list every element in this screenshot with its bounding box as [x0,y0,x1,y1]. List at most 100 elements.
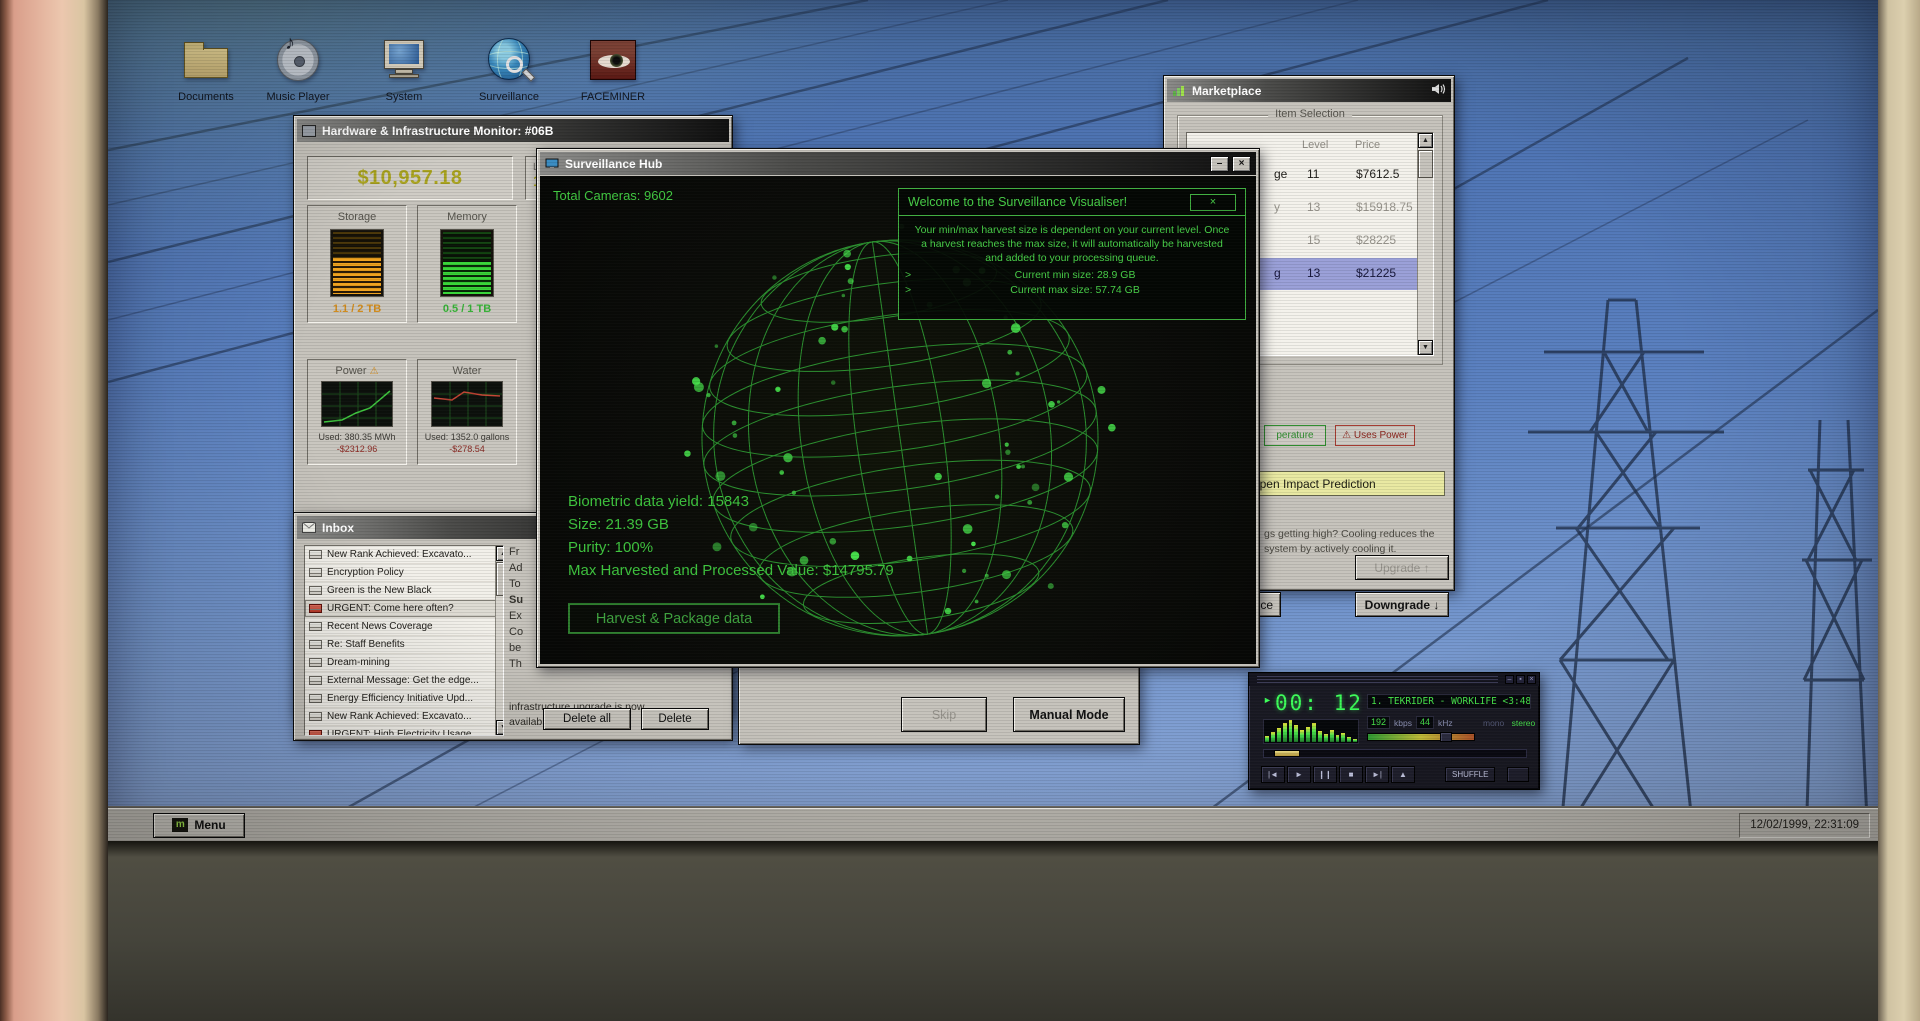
desktop-icon-faceminer[interactable]: FACEMINER [569,36,657,103]
next-button[interactable]: ►| [1365,766,1389,783]
player-shade-button[interactable]: ▪ [1516,675,1525,684]
scroll-down-button[interactable]: ▼ [496,720,503,735]
temperature-badge: perature [1264,425,1326,446]
globe-magnifier-icon [484,36,534,84]
surveillance-titlebar[interactable]: Surveillance Hub – × [540,152,1256,175]
mail-row[interactable]: Dream-mining [305,654,503,672]
balance-display: $10,957.18 [307,156,513,200]
volume-slider[interactable] [1367,732,1475,742]
warning-icon: ⚠ [369,366,379,377]
scroll-down-button[interactable]: ▼ [1418,340,1433,355]
track-title: 1. TEKRIDER - WORKLIFE <3:48> [1367,694,1531,709]
menu-button[interactable]: m Menu [153,812,245,838]
desktop-icon-music-player[interactable]: ♪ Music Player [254,32,342,103]
pause-button[interactable]: ❙❙ [1313,766,1337,783]
scrollbar-thumb[interactable] [496,562,503,596]
item-price: $7612.5 [1356,167,1400,181]
mail-row[interactable]: Encryption Policy [305,564,503,582]
item-level: 15 [1307,233,1321,247]
upgrade-button[interactable]: Upgrade ↑ [1355,555,1449,580]
mail-row[interactable]: External Message: Get the edge... [305,672,503,690]
envelope-icon-urgent [309,730,322,735]
envelope-icon [309,712,322,721]
player-titlebar[interactable]: – ▪ × [1249,673,1539,686]
mail-row-urgent[interactable]: URGENT: High Electricity Usage [305,726,503,736]
max-size-line: > Current max size: 57.74 GB [905,283,1140,296]
item-name: y [1274,200,1280,214]
power-cost: -$2312.96 [336,444,378,454]
welcome-dialog-header: Welcome to the Surveillance Visualiser! … [899,189,1245,216]
stat-value: Max Harvested and Processed Value: $1479… [568,562,894,579]
mail-row[interactable]: Green is the New Black [305,582,503,600]
mail-subject: Green is the New Black [327,585,432,596]
computer-icon [379,36,429,84]
scrollbar-thumb[interactable] [1418,150,1433,178]
storage-value: 1.1 / 2 TB [332,303,382,315]
column-header-level: Level [1302,139,1329,151]
uses-power-badge: ⚠ Uses Power [1335,425,1415,446]
stop-button[interactable]: ■ [1339,766,1363,783]
desktop-icon-system[interactable]: System [360,36,448,103]
mail-subject: Encryption Policy [327,567,404,578]
repeat-toggle[interactable] [1507,767,1529,782]
taskbar-clock[interactable]: 12/02/1999, 22:31:09 [1739,812,1870,838]
dialog-body-text: Your min/max harvest size is dependent o… [914,224,1230,265]
inbox-icon [301,521,317,534]
dialog-title: Welcome to the Surveillance Visualiser! [908,195,1128,209]
volume-thumb[interactable] [1440,732,1453,742]
eye-icon [588,36,638,84]
downgrade-button[interactable]: Downgrade ↓ [1355,592,1449,617]
item-name: ge [1274,167,1288,181]
play-button[interactable]: ► [1287,766,1311,783]
mail-scrollbar[interactable]: ▲ ▼ [495,546,503,735]
shuffle-toggle[interactable]: SHUFFLE [1445,767,1496,782]
mail-subject: External Message: Get the edge... [327,675,479,686]
track-time: 00: 12 [1275,691,1363,715]
mail-subject: URGENT: High Electricity Usage [327,729,472,736]
desktop-icon-documents[interactable]: Documents [162,36,250,103]
min-size-line: > Current min size: 28.9 GB [905,268,1136,281]
menu-logo-icon: m [172,818,189,832]
delete-all-button[interactable]: Delete all [543,708,631,730]
mail-row[interactable]: Recent News Coverage [305,618,503,636]
scroll-up-button[interactable]: ▲ [1418,133,1433,148]
total-cameras-label: Total Cameras: 9602 [553,188,673,203]
water-cost: -$278.54 [449,444,485,454]
minimize-button[interactable]: – [1210,155,1229,172]
item-level: 11 [1307,167,1320,181]
crt-monitor: Documents ♪ Music Player System Surveill… [0,0,1920,1021]
mail-row[interactable]: Re: Staff Benefits [305,636,503,654]
listbox-scrollbar[interactable]: ▲ ▼ [1417,133,1433,355]
processing-window-fragment: Skip Manual Mode [738,660,1140,745]
skip-button[interactable]: Skip [901,697,987,732]
dialog-close-button[interactable]: × [1190,193,1236,211]
marketplace-titlebar[interactable]: Marketplace [1167,79,1451,102]
delete-button[interactable]: Delete [641,708,709,730]
previous-button[interactable]: |◄ [1261,766,1285,783]
seek-thumb[interactable] [1274,750,1300,757]
mail-row[interactable]: Energy Efficiency Initiative Upd... [305,690,503,708]
transport-controls: |◄ ► ❙❙ ■ ►| ▲ [1261,766,1415,783]
envelope-icon [309,586,322,595]
seek-bar[interactable] [1263,749,1527,758]
mail-list[interactable]: New Rank Achieved: Excavato... Encryptio… [304,545,504,736]
manual-mode-button[interactable]: Manual Mode [1013,697,1125,732]
player-minimize-button[interactable]: – [1505,675,1514,684]
taskbar: m Menu 12/02/1999, 22:31:09 [108,808,1878,841]
scroll-up-button[interactable]: ▲ [496,546,503,561]
mail-row-urgent-selected[interactable]: URGENT: Come here often? [305,600,503,618]
player-close-button[interactable]: × [1527,675,1536,684]
desktop-icon-surveillance[interactable]: Surveillance [465,36,553,103]
surveillance-client: Total Cameras: 9602 Welcome to the Surve… [540,176,1256,664]
marketplace-icon [1172,85,1186,97]
harvest-package-button[interactable]: Harvest & Package data [568,603,780,634]
eject-button[interactable]: ▲ [1391,766,1415,783]
hardware-monitor-titlebar[interactable]: Hardware & Infrastructure Monitor: #06B [297,119,729,142]
mail-row[interactable]: New Rank Achieved: Excavato... [305,708,503,726]
close-button[interactable]: × [1232,155,1251,172]
spectrum-analyzer [1263,719,1359,744]
item-level: 13 [1307,200,1321,214]
samplerate-unit: kHz [1438,717,1453,728]
speaker-icon[interactable] [1431,83,1446,98]
mail-row[interactable]: New Rank Achieved: Excavato... [305,546,503,564]
